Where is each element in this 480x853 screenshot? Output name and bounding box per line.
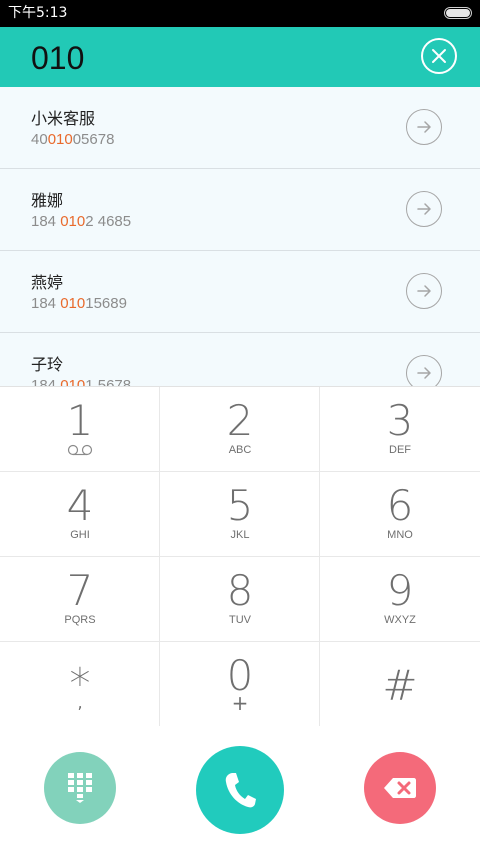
- number-match: 010: [47, 131, 73, 148]
- key-digit: 8: [226, 566, 254, 615]
- contact-row[interactable]: 子玲 184 0101 5678: [0, 333, 480, 386]
- dialed-number: 010: [31, 40, 85, 76]
- status-bar: 下午5:13: [0, 0, 480, 27]
- arrow-right-icon: [417, 285, 431, 297]
- key-digit: #: [382, 661, 418, 710]
- voicemail-icon: [67, 444, 93, 456]
- key-0[interactable]: 0 +: [160, 642, 320, 727]
- contact-row[interactable]: 雅娜 184 0102 4685: [0, 169, 480, 251]
- contact-number: 184 01015689: [31, 295, 127, 312]
- battery-icon: [444, 7, 472, 19]
- action-bar: [0, 726, 480, 853]
- contact-detail-button[interactable]: [406, 109, 442, 145]
- key-letters: +: [231, 691, 249, 715]
- delete-button[interactable]: [364, 752, 436, 824]
- key-star[interactable]: * ,: [0, 642, 160, 727]
- key-digit: 4: [66, 481, 94, 530]
- dial-header: 010: [0, 27, 480, 87]
- key-letters: GHI: [70, 529, 90, 541]
- key-8[interactable]: 8 TUV: [160, 557, 320, 642]
- key-7[interactable]: 7 PQRS: [0, 557, 160, 642]
- key-letters: JKL: [230, 529, 250, 541]
- key-letters: ,: [77, 693, 83, 712]
- key-4[interactable]: 4 GHI: [0, 472, 160, 557]
- arrow-right-icon: [417, 121, 431, 133]
- contact-number: 4001005678: [31, 131, 115, 148]
- dialpad-icon: [68, 773, 92, 803]
- key-digit: 9: [386, 566, 414, 615]
- key-letters: WXYZ: [384, 614, 416, 626]
- contact-suggestions: 小米客服 4001005678 雅娜 184 0102 4685 燕婷 184 …: [0, 87, 480, 386]
- key-letters: PQRS: [64, 614, 96, 626]
- backspace-icon: [384, 778, 416, 798]
- contact-number: 184 0101 5678: [31, 376, 131, 386]
- dialer-screen: 下午5:13 010 小米客服 4001005678 雅娜 184 0102 4…: [0, 0, 480, 853]
- contact-row[interactable]: 燕婷 184 01015689: [0, 251, 480, 333]
- status-time: 下午5:13: [8, 5, 68, 21]
- key-1[interactable]: 1: [0, 387, 160, 472]
- contact-name: 子玲: [31, 355, 64, 374]
- arrow-right-icon: [417, 367, 431, 379]
- key-letters: ABC: [228, 444, 252, 456]
- contact-name: 燕婷: [31, 273, 64, 292]
- key-letters: DEF: [389, 444, 411, 456]
- contact-row[interactable]: 小米客服 4001005678: [0, 87, 480, 169]
- contact-number: 184 0102 4685: [31, 213, 132, 230]
- keypad-toggle-button[interactable]: [44, 752, 116, 824]
- key-digit: 7: [66, 566, 94, 615]
- phone-icon: [225, 773, 256, 808]
- key-letters: MNO: [387, 529, 413, 541]
- key-9[interactable]: 9 WXYZ: [320, 557, 480, 642]
- key-5[interactable]: 5 JKL: [160, 472, 320, 557]
- clear-number-button[interactable]: [421, 38, 457, 74]
- contact-detail-button[interactable]: [406, 191, 442, 227]
- contact-name: 雅娜: [31, 191, 64, 210]
- call-button[interactable]: [196, 746, 284, 834]
- key-3[interactable]: 3 DEF: [320, 387, 480, 472]
- arrow-right-icon: [417, 203, 431, 215]
- close-icon: [432, 49, 446, 63]
- contact-name: 小米客服: [31, 109, 96, 128]
- key-digit: 6: [386, 481, 414, 530]
- key-hash[interactable]: #: [320, 642, 480, 727]
- key-6[interactable]: 6 MNO: [320, 472, 480, 557]
- number-match: 010: [60, 377, 86, 386]
- number-match: 010: [60, 213, 86, 230]
- key-digit: 2: [226, 396, 254, 445]
- key-digit: 5: [226, 481, 254, 530]
- contact-detail-button[interactable]: [406, 273, 442, 309]
- contact-detail-button[interactable]: [406, 355, 442, 386]
- key-digit: 3: [386, 396, 414, 445]
- key-2[interactable]: 2 ABC: [160, 387, 320, 472]
- dial-keypad: 1 2 ABC 3 DEF 4 GHI 5 JKL 6 MNO 7 PQRS 8…: [0, 386, 480, 727]
- key-letters: TUV: [229, 614, 251, 626]
- number-match: 010: [60, 295, 86, 312]
- key-digit: 1: [66, 396, 94, 445]
